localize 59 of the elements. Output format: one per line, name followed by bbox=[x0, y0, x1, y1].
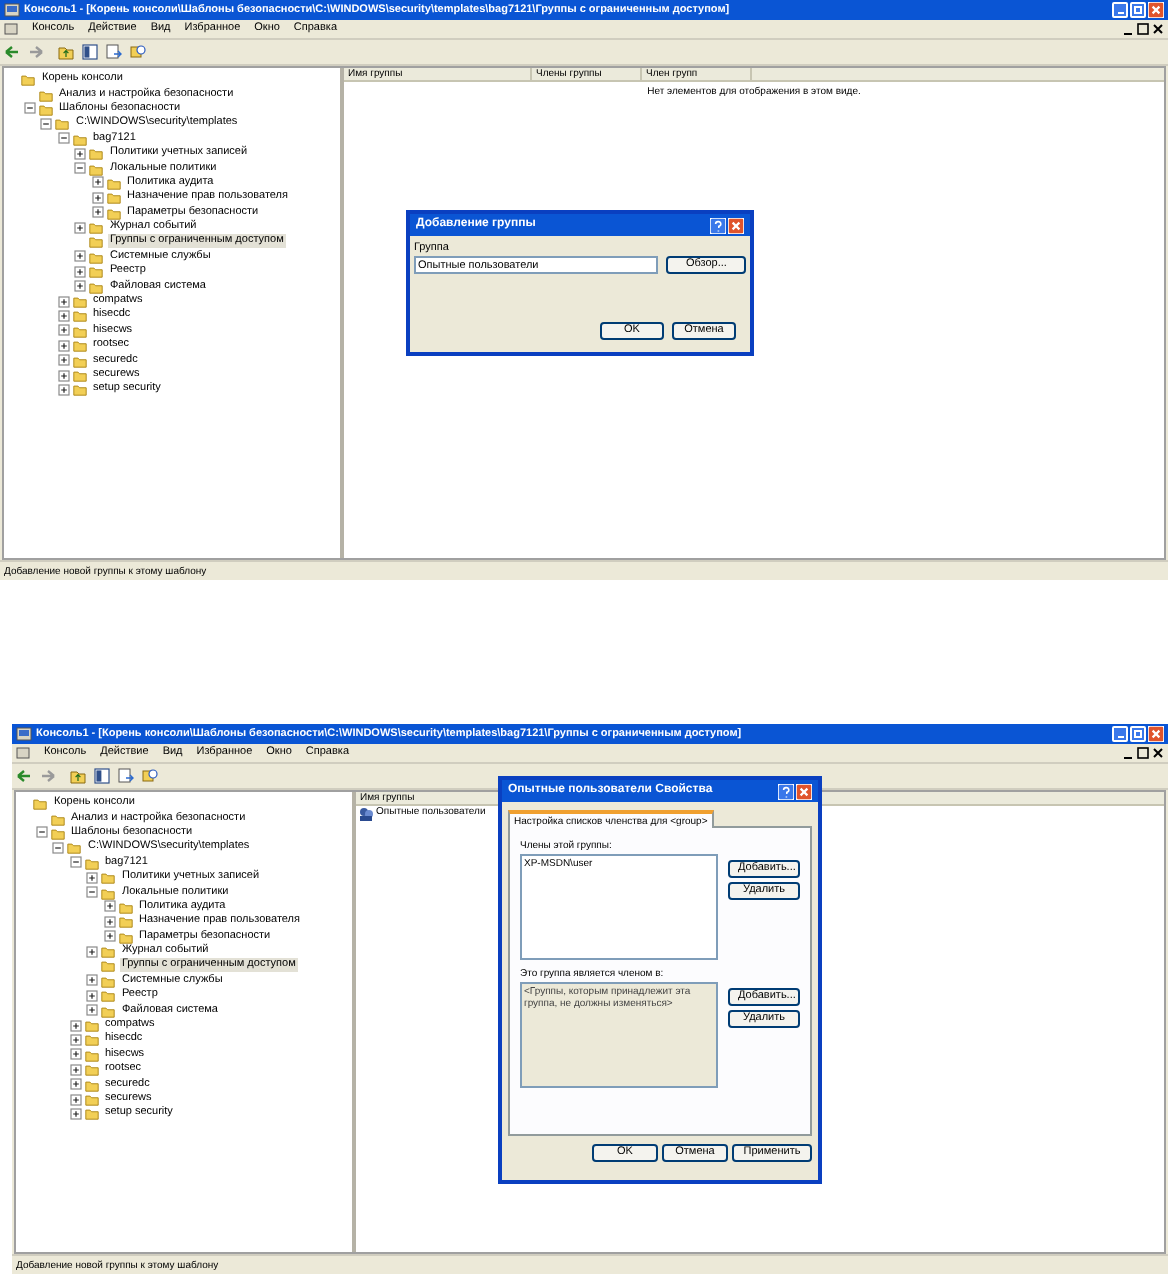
expand-icon[interactable] bbox=[57, 339, 69, 352]
expand-icon[interactable] bbox=[86, 945, 98, 958]
help-button[interactable] bbox=[710, 217, 726, 233]
expand-icon[interactable] bbox=[69, 1033, 81, 1046]
expand-icon[interactable] bbox=[86, 974, 98, 987]
expand-icon[interactable] bbox=[86, 871, 98, 884]
folder-up-icon[interactable] bbox=[58, 44, 74, 60]
collapse-icon[interactable] bbox=[35, 826, 47, 839]
expand-icon[interactable] bbox=[86, 1004, 98, 1017]
back-arrow-icon[interactable] bbox=[4, 44, 20, 60]
expand-icon[interactable] bbox=[91, 176, 103, 189]
close-button[interactable] bbox=[728, 217, 744, 233]
collapse-icon[interactable] bbox=[23, 102, 35, 115]
expand-icon[interactable] bbox=[57, 354, 69, 367]
expand-icon[interactable] bbox=[103, 930, 115, 943]
collapse-icon[interactable] bbox=[74, 162, 86, 175]
tree-pane-icon[interactable] bbox=[82, 44, 98, 60]
expand-icon[interactable] bbox=[74, 147, 86, 160]
maximize-button[interactable] bbox=[1130, 2, 1146, 18]
expand-icon[interactable] bbox=[57, 383, 69, 396]
minimize-button[interactable] bbox=[1112, 2, 1128, 18]
expand-icon[interactable] bbox=[74, 250, 86, 263]
expand-icon[interactable] bbox=[103, 915, 115, 928]
expand-icon[interactable] bbox=[91, 206, 103, 219]
expand-icon[interactable] bbox=[86, 989, 98, 1002]
child-window-controls-icon[interactable] bbox=[1122, 746, 1164, 760]
expand-icon[interactable] bbox=[74, 221, 86, 234]
close-button[interactable] bbox=[1148, 2, 1164, 18]
collapse-icon[interactable] bbox=[69, 856, 81, 869]
maximize-button[interactable] bbox=[1130, 726, 1146, 742]
back-arrow-icon[interactable] bbox=[16, 768, 32, 784]
expand-icon[interactable] bbox=[74, 265, 86, 278]
folder-up-icon[interactable] bbox=[70, 768, 86, 784]
export-list-icon[interactable] bbox=[118, 768, 134, 784]
help-button[interactable] bbox=[778, 783, 794, 799]
minimize-button[interactable] bbox=[1112, 726, 1128, 742]
expand-icon[interactable] bbox=[69, 1063, 81, 1076]
expand-icon[interactable] bbox=[74, 280, 86, 293]
expand-icon[interactable] bbox=[103, 900, 115, 913]
expand-icon[interactable] bbox=[69, 1019, 81, 1032]
child-window-controls-icon[interactable] bbox=[1122, 22, 1164, 36]
export-list-icon[interactable] bbox=[106, 44, 122, 60]
collapse-icon[interactable] bbox=[40, 117, 52, 130]
close-button[interactable] bbox=[796, 783, 812, 799]
collapse-icon[interactable] bbox=[52, 841, 64, 854]
close-button[interactable] bbox=[1148, 726, 1164, 742]
expand-icon[interactable] bbox=[69, 1078, 81, 1091]
expand-icon[interactable] bbox=[57, 369, 69, 381]
expand-icon[interactable] bbox=[69, 1093, 81, 1105]
group-icon bbox=[358, 806, 374, 822]
collapse-icon[interactable] bbox=[86, 886, 98, 899]
expand-icon[interactable] bbox=[57, 309, 69, 322]
expand-icon[interactable] bbox=[91, 191, 103, 204]
expand-icon[interactable] bbox=[57, 324, 69, 337]
tree-pane-icon[interactable] bbox=[94, 768, 110, 784]
expand-icon[interactable] bbox=[69, 1048, 81, 1061]
expand-icon[interactable] bbox=[69, 1107, 81, 1120]
collapse-icon[interactable] bbox=[57, 132, 69, 145]
expand-icon[interactable] bbox=[57, 295, 69, 308]
